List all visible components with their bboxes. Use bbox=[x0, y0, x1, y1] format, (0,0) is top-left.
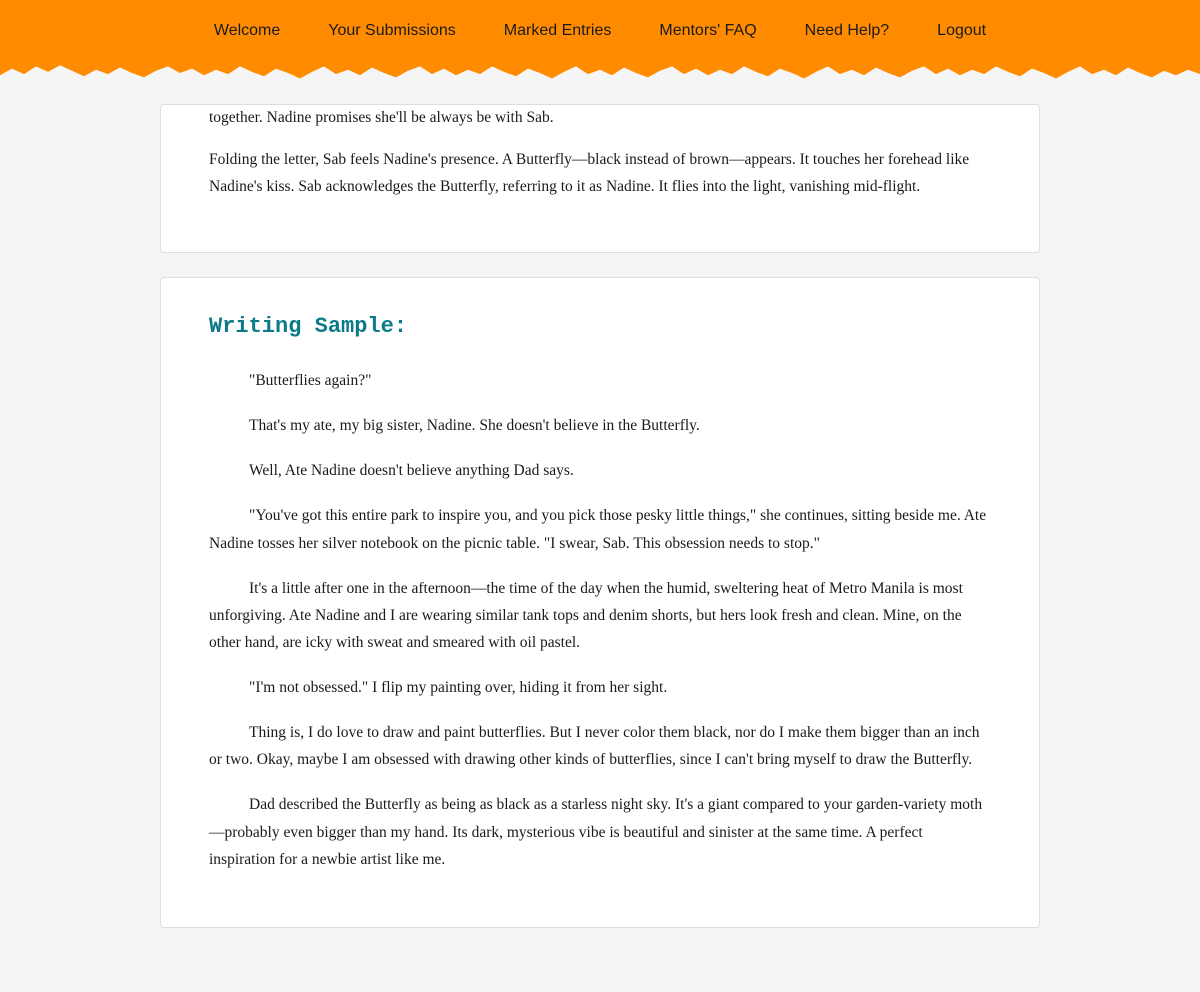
partial-para-1: together. Nadine promises she'll be alwa… bbox=[209, 105, 991, 131]
partial-summary-card: together. Nadine promises she'll be alwa… bbox=[160, 104, 1040, 253]
story-para-1: "Butterflies again?" bbox=[209, 367, 991, 394]
nav-link-logout[interactable]: Logout bbox=[937, 22, 986, 39]
partial-para-2: Folding the letter, Sab feels Nadine's p… bbox=[209, 147, 991, 200]
story-para-7: Thing is, I do love to draw and paint bu… bbox=[209, 719, 991, 773]
nav-link-marked-entries[interactable]: Marked Entries bbox=[504, 22, 612, 39]
nav-link-submissions[interactable]: Your Submissions bbox=[328, 22, 455, 39]
story-para-8: Dad described the Butterfly as being as … bbox=[209, 791, 991, 872]
nav-item-submissions[interactable]: Your Submissions bbox=[328, 22, 455, 40]
writing-sample-card: Writing Sample: "Butterflies again?" Tha… bbox=[160, 277, 1040, 928]
nav-item-logout[interactable]: Logout bbox=[937, 22, 986, 40]
nav-item-mentors-faq[interactable]: Mentors' FAQ bbox=[659, 22, 756, 40]
story-para-6: "I'm not obsessed." I flip my painting o… bbox=[209, 674, 991, 701]
nav-item-welcome[interactable]: Welcome bbox=[214, 22, 280, 40]
nav-link-mentors-faq[interactable]: Mentors' FAQ bbox=[659, 22, 756, 39]
main-nav: Welcome Your Submissions Marked Entries … bbox=[0, 0, 1200, 62]
nav-item-marked-entries[interactable]: Marked Entries bbox=[504, 22, 612, 40]
story-para-5: It's a little after one in the afternoon… bbox=[209, 575, 991, 656]
nav-link-need-help[interactable]: Need Help? bbox=[805, 22, 890, 39]
story-para-2: That's my ate, my big sister, Nadine. Sh… bbox=[209, 412, 991, 439]
writing-sample-heading: Writing Sample: bbox=[209, 314, 991, 339]
story-para-3: Well, Ate Nadine doesn't believe anythin… bbox=[209, 457, 991, 484]
nav-item-need-help[interactable]: Need Help? bbox=[805, 22, 890, 40]
nav-torn-edge bbox=[0, 62, 1200, 84]
story-para-4: "You've got this entire park to inspire … bbox=[209, 502, 991, 556]
nav-link-welcome[interactable]: Welcome bbox=[214, 22, 280, 39]
